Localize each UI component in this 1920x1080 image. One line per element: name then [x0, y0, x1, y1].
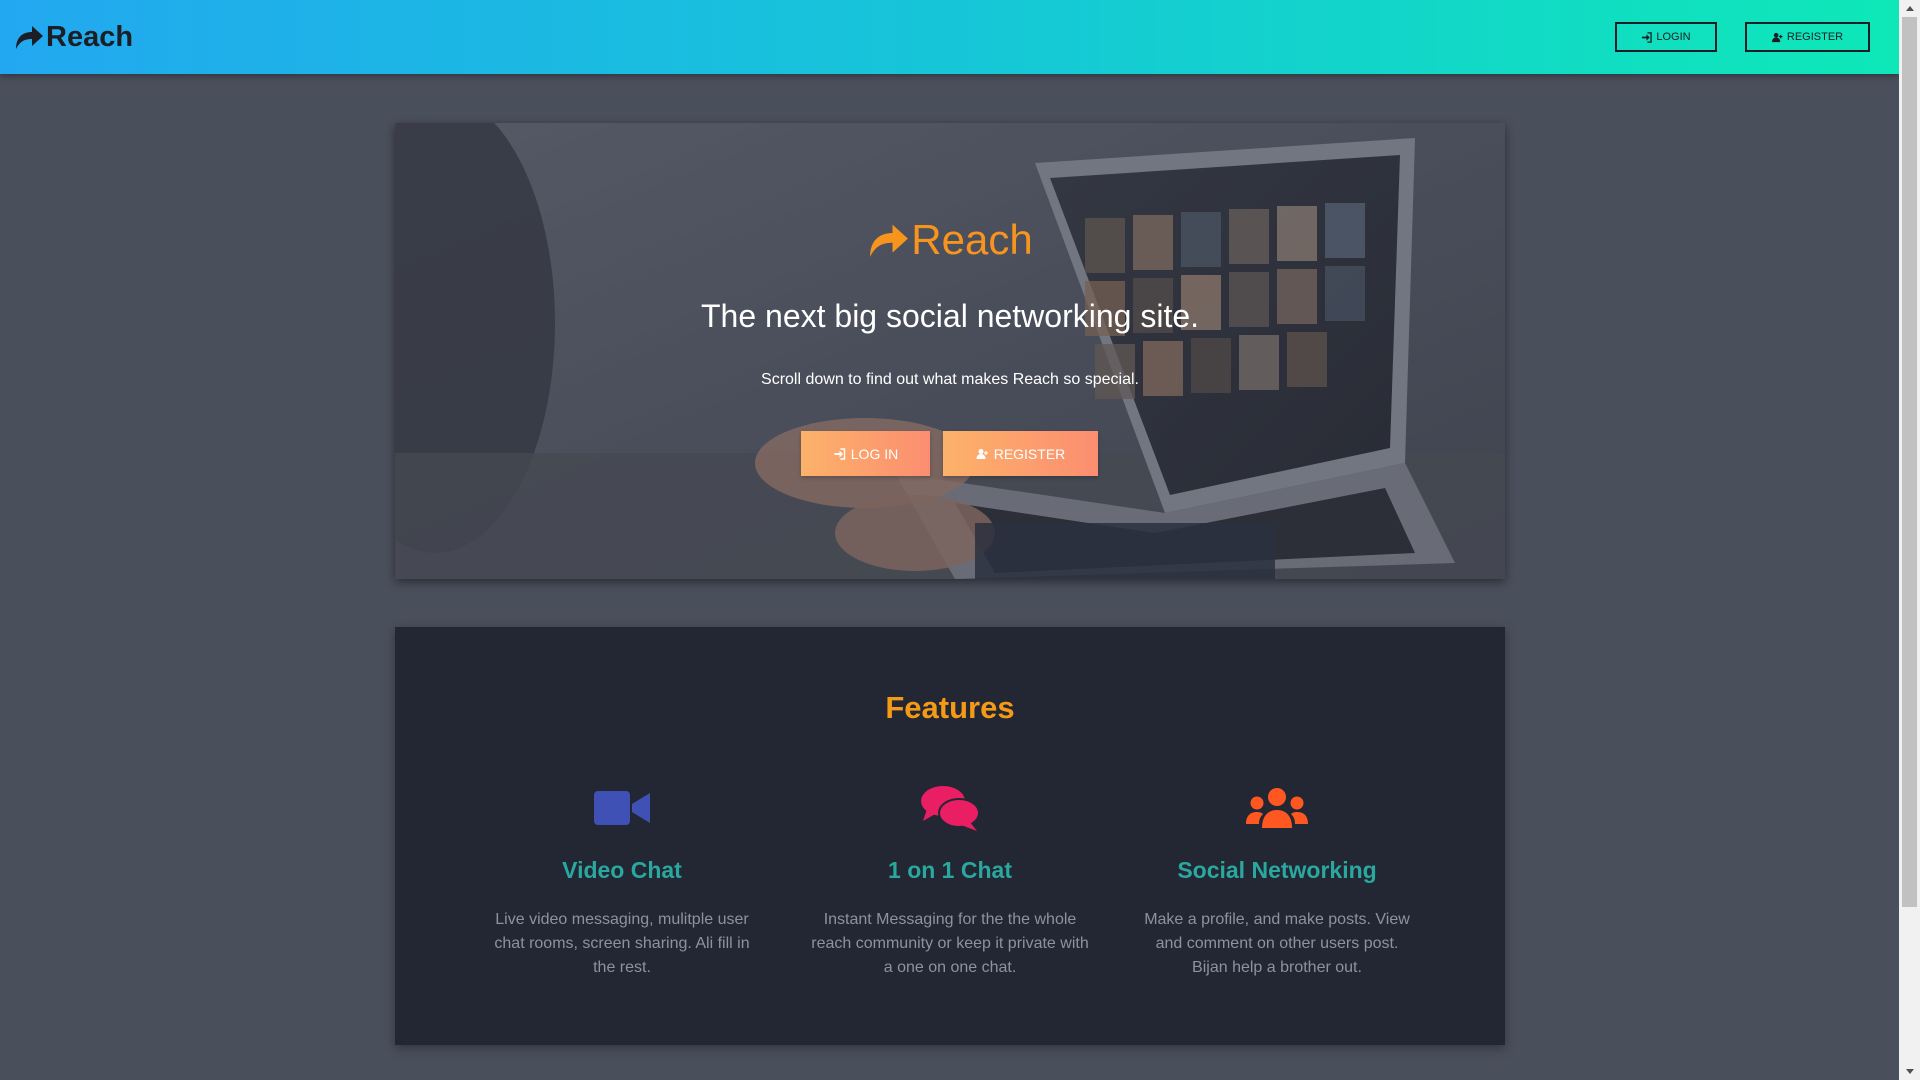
feature-description: Live video messaging, mulitple user chat… [494, 911, 750, 976]
feature-title: 1 on 1 Chat [888, 857, 1012, 883]
feature-title: Video Chat [562, 857, 682, 883]
users-icon [1246, 788, 1308, 828]
chat-bubbles-icon [921, 786, 979, 831]
video-camera-icon [594, 791, 650, 825]
hero-register-button[interactable]: REGISTER [943, 431, 1098, 476]
scroll-up-arrow-icon[interactable] [1899, 0, 1920, 17]
feature-description: Make a profile, and make posts. View and… [1144, 911, 1410, 976]
hero-login-label: LOG IN [850, 445, 899, 462]
hero-content: Reach The next big social networking sit… [0, 0, 1900, 600]
features-title: Features [885, 690, 1015, 725]
feature-description: Instant Messaging for the the whole reac… [811, 911, 1089, 976]
share-arrow-icon [870, 224, 908, 257]
hero-title: The next big social networking site. [700, 298, 1200, 334]
sign-in-icon [834, 447, 845, 460]
scrollbar-thumb[interactable] [1902, 17, 1917, 907]
hero-logo-text: Reach [911, 216, 1033, 263]
page-scrollbar[interactable] [1899, 0, 1920, 1080]
hero-login-button[interactable]: LOG IN [801, 431, 930, 476]
hero-subtitle: Scroll down to find out what makes Reach… [761, 371, 1139, 388]
feature-title: Social Networking [1177, 857, 1377, 883]
user-plus-icon [976, 448, 988, 459]
hero-register-label: REGISTER [993, 445, 1066, 462]
features-section: Features Video Chat Live video messaging… [395, 627, 1505, 1045]
scroll-down-arrow-icon[interactable] [1899, 1063, 1920, 1080]
